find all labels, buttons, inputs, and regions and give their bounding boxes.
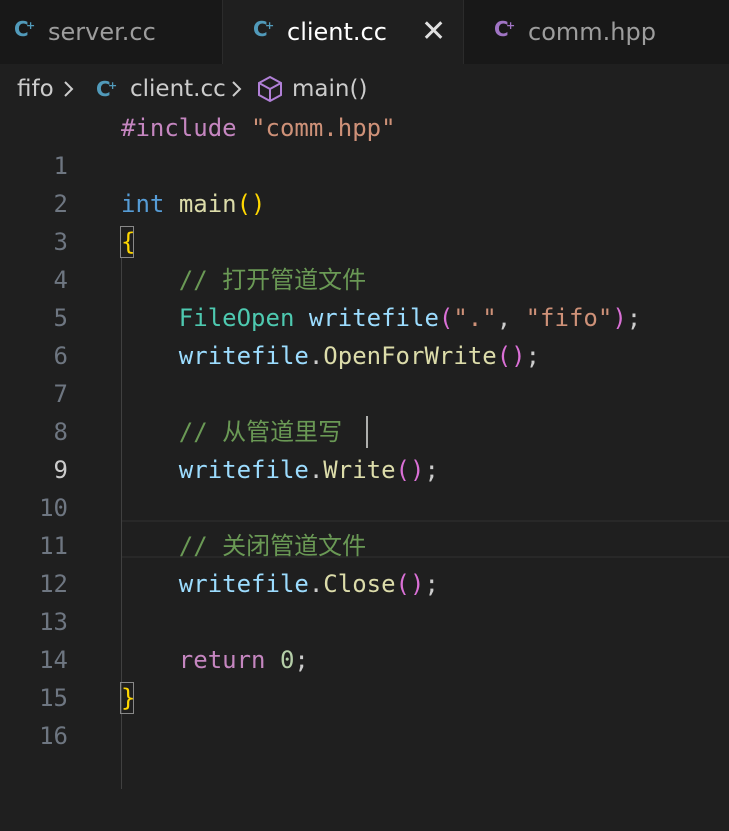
svg-text:+: + bbox=[265, 19, 274, 32]
chevron-right-icon bbox=[62, 74, 76, 104]
code-line-current: 9 // 从管道里写 bbox=[0, 413, 729, 484]
token-function: Close bbox=[323, 570, 396, 598]
close-tab-icon[interactable]: ✕ bbox=[421, 14, 446, 50]
bracket-match-highlight bbox=[120, 682, 134, 714]
token-function: Write bbox=[323, 456, 396, 484]
svg-text:+: + bbox=[506, 19, 515, 32]
token-variable: writefile bbox=[178, 456, 309, 484]
breadcrumb: fifo C + client.cc main() bbox=[0, 64, 729, 112]
cpp-file-icon: C + bbox=[14, 17, 38, 47]
code-line: 16 } bbox=[0, 679, 729, 750]
token-string: "comm.hpp" bbox=[251, 114, 396, 142]
code-line: 1 #include "comm.hpp" bbox=[0, 109, 729, 180]
token-string: "." bbox=[453, 304, 497, 332]
token-variable: writefile bbox=[308, 304, 439, 332]
tab-server-cc[interactable]: C + server.cc bbox=[0, 0, 222, 64]
code-line: 14 bbox=[0, 603, 729, 674]
cpp-file-icon: C + bbox=[253, 17, 277, 47]
token-keyword: return bbox=[178, 646, 266, 674]
cpp-file-icon: C + bbox=[96, 74, 120, 104]
code-line: 13 writefile.Close(); bbox=[0, 565, 729, 636]
code-line: 5 // 打开管道文件 bbox=[0, 261, 729, 332]
code-line: 10 writefile.Write(); bbox=[0, 451, 729, 522]
tab-label: client.cc bbox=[287, 18, 387, 46]
code-editor[interactable]: 1 #include "comm.hpp" 2 3 int main() 4 {… bbox=[0, 109, 729, 789]
token-variable: writefile bbox=[178, 570, 309, 598]
tab-comm-hpp[interactable]: C + comm.hpp bbox=[464, 0, 706, 64]
code-line: 8 bbox=[0, 375, 729, 446]
code-line: 4 { bbox=[0, 223, 729, 294]
code-line: 12 // 关闭管道文件 bbox=[0, 527, 729, 598]
token-comment: // 打开管道文件 bbox=[178, 266, 367, 294]
token-function: OpenForWrite bbox=[323, 342, 497, 370]
breadcrumb-file[interactable]: client.cc bbox=[130, 74, 226, 104]
token-number: 0 bbox=[279, 646, 295, 674]
svg-text:+: + bbox=[108, 79, 117, 92]
code-line: 6 FileOpen writefile(".", "fifo"); bbox=[0, 299, 729, 370]
method-cube-icon bbox=[255, 74, 285, 104]
code-line: 3 int main() bbox=[0, 185, 729, 256]
code-line: 2 bbox=[0, 147, 729, 218]
token-function: main bbox=[178, 190, 237, 218]
line-number: 16 bbox=[39, 722, 68, 750]
svg-text:+: + bbox=[26, 19, 35, 32]
token-string: "fifo" bbox=[525, 304, 613, 332]
text-cursor bbox=[366, 416, 368, 448]
breadcrumb-folder[interactable]: fifo bbox=[17, 74, 54, 104]
token-comment: // 从管道里写 bbox=[178, 418, 343, 446]
token-directive: #include bbox=[121, 114, 237, 142]
tab-bar: C + server.cc C + client.cc ✕ C + comm.hpp bbox=[0, 0, 729, 64]
tab-label: server.cc bbox=[48, 18, 156, 46]
token-comment: // 关闭管道文件 bbox=[178, 532, 367, 560]
code-line: 15 return 0; bbox=[0, 641, 729, 712]
code-line: 11 bbox=[0, 489, 729, 560]
code-line: 7 writefile.OpenForWrite(); bbox=[0, 337, 729, 408]
token-type: int bbox=[121, 190, 165, 218]
tab-client-cc[interactable]: C + client.cc ✕ bbox=[223, 0, 463, 64]
token-variable: writefile bbox=[178, 342, 309, 370]
token-type: FileOpen bbox=[178, 304, 295, 332]
tab-label: comm.hpp bbox=[528, 18, 656, 46]
breadcrumb-symbol[interactable]: main() bbox=[292, 74, 367, 104]
chevron-right-icon bbox=[230, 74, 244, 104]
bracket-match-highlight bbox=[120, 226, 134, 258]
hpp-file-icon: C + bbox=[494, 17, 518, 47]
